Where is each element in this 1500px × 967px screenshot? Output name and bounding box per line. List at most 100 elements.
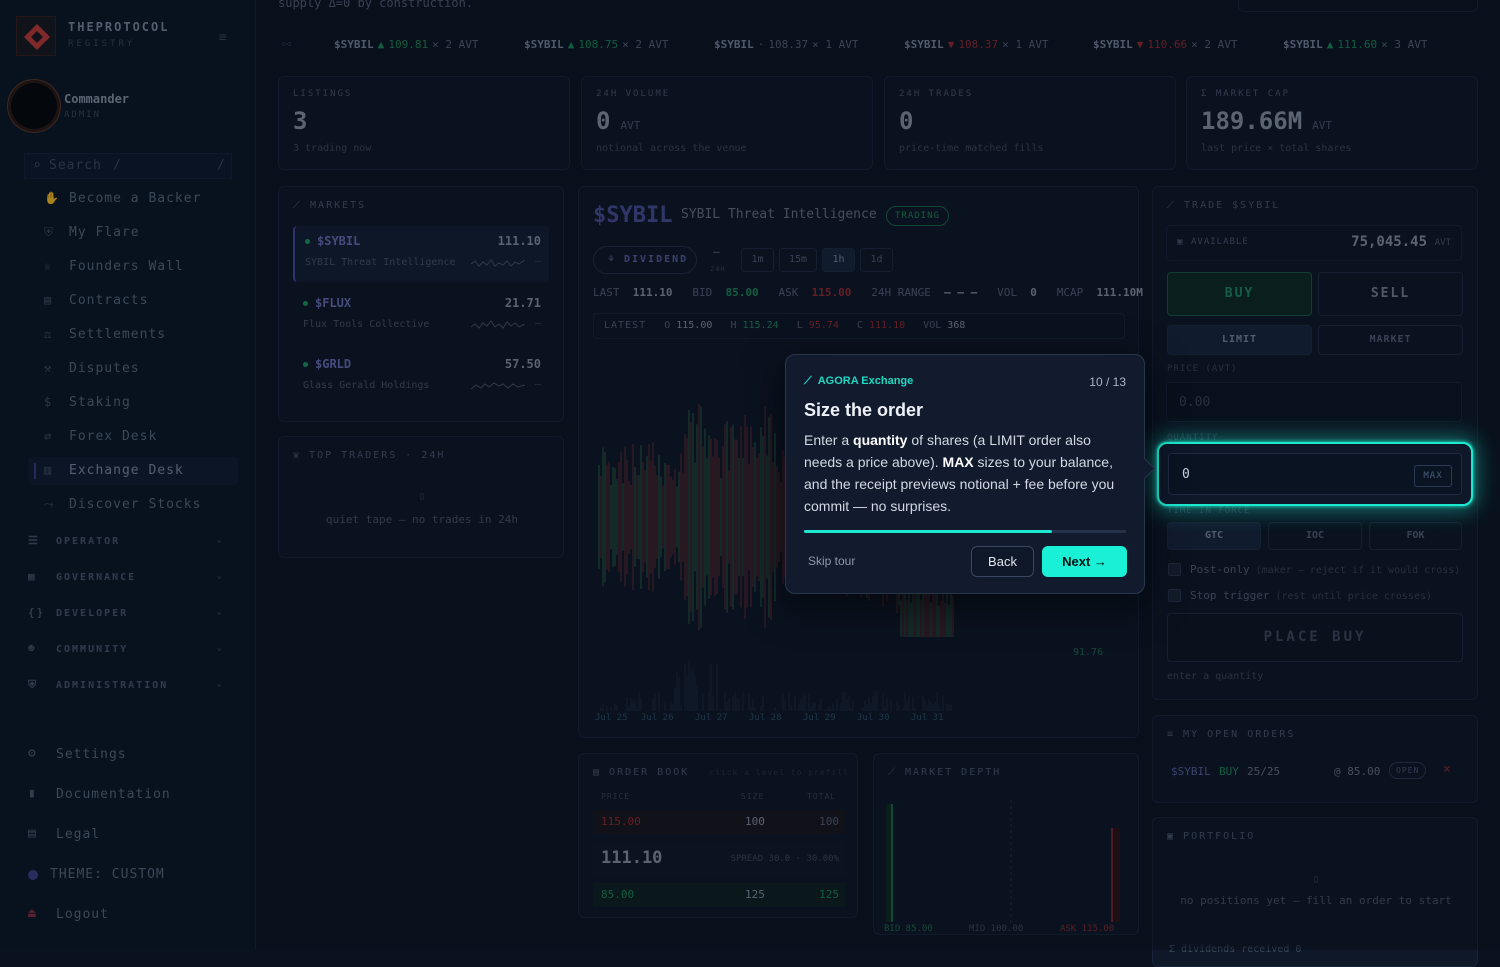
top-search-box[interactable]	[1238, 0, 1478, 12]
post-only-checkbox[interactable]	[1168, 563, 1181, 576]
sidebar-item-founders-wall[interactable]: ♕ Founders Wall	[28, 253, 238, 281]
tour-body-text: Enter a	[804, 432, 854, 448]
sidebar-item-label: Exchange Desk	[69, 463, 184, 478]
status-dot	[305, 239, 310, 244]
group-community[interactable]: ☻ COMMUNITY ⌄	[28, 642, 228, 660]
limit-tab[interactable]: LIMIT	[1167, 325, 1312, 355]
kpi-market-cap: Σ MARKET CAP 189.66M AVT last price × tot…	[1186, 76, 1478, 170]
market-tab[interactable]: MARKET	[1318, 325, 1463, 355]
next-button[interactable]: Next →	[1042, 546, 1127, 577]
post-only-label: Post-only (maker — reject if it would cro…	[1190, 563, 1460, 576]
ticker-item: $SYBIL ▼ 108.37 × 1 AVT	[904, 38, 1048, 51]
group-administration[interactable]: ⛨ ADMINISTRATION ⌄	[28, 678, 228, 696]
open-orders-panel: ≡ MY OPEN ORDERS $SYBIL BUY 25/25 @ 85.0…	[1152, 715, 1478, 803]
back-button[interactable]: Back	[971, 546, 1034, 577]
sidebar-item-staking[interactable]: $ Staking	[28, 389, 238, 417]
trade-title-text: TRADE $SYBIL	[1184, 200, 1281, 211]
brand-logo[interactable]	[16, 16, 56, 56]
skip-tour-button[interactable]: Skip tour	[808, 554, 855, 568]
ohlc-v: 368	[947, 320, 966, 331]
exchange-icon: ⇄	[44, 429, 53, 443]
ticker-price: 108.75	[578, 38, 619, 51]
ask-row[interactable]: 115.00 100 100	[593, 810, 845, 834]
tif-gtc[interactable]: GTC	[1167, 522, 1261, 550]
collapse-icon[interactable]: ≡	[219, 30, 233, 44]
search-shortcut-end: /	[217, 158, 225, 173]
last-value: 111.10	[632, 286, 673, 299]
documentation-link[interactable]: ▮ Documentation	[28, 784, 228, 806]
max-button[interactable]: MAX	[1414, 465, 1452, 487]
quantity-input[interactable]: 0 MAX	[1168, 453, 1462, 495]
tif-fok[interactable]: FOK	[1369, 522, 1462, 550]
ticker-symbol: $SYBIL	[714, 38, 754, 51]
chart-icon: ▥	[44, 463, 53, 477]
mcap-label: MCAP	[1056, 286, 1084, 299]
bid-row[interactable]: 85.00 125 125	[593, 883, 845, 907]
ticker-item: $SYBIL ▲ 111.60 × 3 AVT	[1283, 38, 1427, 51]
avatar[interactable]	[11, 83, 57, 129]
group-developer[interactable]: {} DEVELOPER ⌄	[28, 606, 228, 624]
sidebar-item-forex-desk[interactable]: ⇄ Forex Desk	[28, 423, 238, 451]
quantity-value: 0	[1182, 467, 1190, 482]
kpi-note: price-time matched fills	[899, 143, 1044, 154]
theme-toggle[interactable]: THEME: CUSTOM	[28, 864, 228, 886]
kpi-number: 0	[596, 107, 611, 135]
sidebar-item-settlements[interactable]: ⚖ Settlements	[28, 321, 238, 349]
user-name: Commander	[64, 92, 130, 106]
stop-trigger-checkbox[interactable]	[1168, 589, 1181, 602]
price-placeholder: 0.00	[1179, 395, 1211, 410]
sidebar-item-contracts[interactable]: ▤ Contracts	[28, 287, 238, 315]
dividend-button[interactable]: ⚘ DIVIDEND	[593, 246, 697, 274]
status-dot	[303, 362, 308, 367]
group-label: ADMINISTRATION	[56, 680, 169, 691]
top-note: supply Δ=0 by construction.	[278, 0, 474, 10]
place-order-button[interactable]: PLACE BUY	[1167, 613, 1463, 662]
legal-link[interactable]: ▤ Legal	[28, 824, 228, 846]
search-input[interactable]: ⌕ Search / /	[24, 153, 232, 179]
open-orders-title-text: MY OPEN ORDERS	[1183, 729, 1296, 740]
tour-popover: ⟋ AGORA Exchange 10 / 13 Size the order E…	[785, 354, 1145, 594]
interval-1h[interactable]: 1h	[822, 248, 855, 272]
range-value: — — —	[944, 286, 978, 299]
group-operator[interactable]: ☰ OPERATOR ⌄	[28, 534, 228, 552]
empty-icon: ▯	[1312, 874, 1320, 885]
cancel-order-button[interactable]: ×	[1443, 762, 1451, 777]
sidebar-item-label: Founders Wall	[69, 259, 184, 274]
tif-label: TIME IN FORCE	[1167, 506, 1251, 516]
sidebar-item-my-flare[interactable]: ⛨ My Flare	[28, 219, 238, 247]
spread: SPREAD 30.0 · 30.00%	[730, 854, 839, 864]
people-icon: ☻	[28, 642, 37, 655]
kpi-note: 3 trading now	[293, 143, 372, 154]
sidebar-item-disputes[interactable]: ⚒ Disputes	[28, 355, 238, 383]
ask-value: 115.00	[811, 286, 852, 299]
market-row-grld[interactable]: $GRLD 57.50 Glass Gerald Holdings –	[293, 349, 549, 405]
market-row-flux[interactable]: $FLUX 21.71 Flux Tools Collective –	[293, 288, 549, 344]
markets-title-text: MARKETS	[310, 200, 367, 211]
sidebar-item-exchange-desk[interactable]: ▥ Exchange Desk	[28, 457, 238, 485]
server-icon: ☰	[28, 534, 40, 547]
interval-15m[interactable]: 15m	[779, 248, 817, 272]
market-row-sybil[interactable]: $SYBIL 111.10 SYBIL Threat Intelligence …	[293, 226, 549, 282]
ohlc-h-label: H	[730, 320, 737, 331]
price-input[interactable]: 0.00	[1166, 382, 1462, 422]
ticker-price: 108.37	[768, 38, 809, 51]
interval-1m[interactable]: 1m	[741, 248, 774, 272]
sidebar-item-discover-stocks[interactable]: ⤳ Discover Stocks	[28, 491, 238, 519]
quantity-spotlight: 0 MAX	[1157, 442, 1473, 506]
kpi-value: 0 AVT	[596, 107, 640, 135]
trade-hint: enter a quantity	[1167, 671, 1264, 682]
settings-link[interactable]: ⚙ Settings	[28, 744, 228, 766]
logout-link[interactable]: ⏏ Logout	[28, 904, 228, 926]
group-governance[interactable]: ▦ GOVERNANCE ⌄	[28, 570, 228, 588]
tif-ioc[interactable]: IOC	[1268, 522, 1362, 550]
sidebar-item-become-a-backer[interactable]: ✋ Become a Backer	[28, 185, 238, 213]
market-depth-title-text: MARKET DEPTH	[905, 767, 1002, 778]
buy-button[interactable]: BUY	[1167, 272, 1312, 316]
interval-1d[interactable]: 1d	[860, 248, 893, 272]
date-label: Jul 30	[857, 713, 890, 723]
portfolio-empty: no positions yet — fill an order to star…	[1180, 894, 1452, 907]
ticker-direction-icon: ·	[757, 38, 765, 51]
sidebar-item-label: Become a Backer	[69, 191, 202, 206]
live-icon: ⚯	[282, 38, 292, 51]
sell-button[interactable]: SELL	[1318, 272, 1463, 316]
